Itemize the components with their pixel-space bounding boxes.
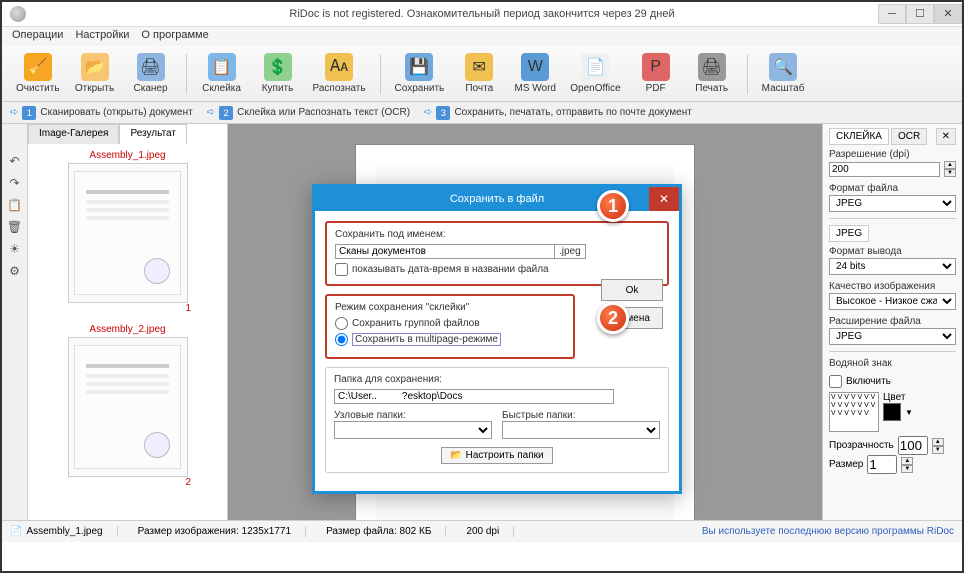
status-dims: Размер изображения: 1235x1771 <box>138 526 306 537</box>
res-label: Разрешение (dpi) <box>829 149 956 160</box>
titlebar: RiDoc is not registered. Ознакомительный… <box>2 2 962 26</box>
wm-label: Водяной знак <box>829 358 956 369</box>
wm-size-label: Размер <box>829 459 863 470</box>
save-multipage-label: Сохранить в multipage-режиме <box>352 333 501 346</box>
nodes-select[interactable] <box>334 421 492 439</box>
thumbnail[interactable]: Assembly_1.jpeg1 <box>34 150 221 314</box>
filename-group: Сохранить под именем: .jpeg показывать д… <box>325 221 669 286</box>
wm-enable-label: Включить <box>846 376 891 387</box>
wm-enable-checkbox[interactable] <box>829 375 842 388</box>
save-dialog: Сохранить в файл ✕ Сохранить под именем:… <box>312 184 682 494</box>
tab-image-gallery[interactable]: Image-Галерея <box>28 124 119 144</box>
show-date-checkbox[interactable] <box>335 263 348 276</box>
save-group-radio[interactable] <box>335 317 348 330</box>
step-1-text: Сканировать (открыть) документ <box>40 107 192 118</box>
toolbar-openoffice[interactable]: 📄OpenOffice <box>566 51 624 96</box>
rail-copy-icon[interactable]: 📋 <box>7 198 22 212</box>
toolbar-открыть[interactable]: 📂Открыть <box>70 51 120 96</box>
toolbar: 🧹Очистить📂Открыть🖨Сканер 📋Склейка💲Купить🗛… <box>2 46 962 102</box>
out-label: Формат вывода <box>829 246 956 257</box>
toolbar-pdf[interactable]: PPDF <box>631 51 681 96</box>
stepbar: ➪1Сканировать (открыть) документ ➪2Склей… <box>2 102 962 124</box>
fmt-select[interactable]: JPEG <box>829 195 956 212</box>
app-icon <box>10 6 26 22</box>
fast-select[interactable] <box>502 421 660 439</box>
annotation-badge-1: 1 <box>597 190 629 222</box>
menu-operations[interactable]: Операции <box>12 29 63 44</box>
toolbar-сохранить[interactable]: 💾Сохранить <box>391 51 449 96</box>
fmt-label: Формат файла <box>829 183 956 194</box>
rail-brightness-icon[interactable]: ☀ <box>9 242 20 256</box>
save-mode-label: Режим сохранения "склейки" <box>335 302 565 313</box>
window-title: RiDoc is not registered. Ознакомительный… <box>289 8 674 20</box>
filename-label: Сохранить под именем: <box>335 229 659 240</box>
toolbar-сканер[interactable]: 🖨Сканер <box>126 51 176 96</box>
right-panel: СКЛЕЙКА OCR ✕ Разрешение (dpi) ▲▼ Формат… <box>822 124 962 520</box>
rail-rotate-left-icon[interactable]: ↶ <box>9 154 19 168</box>
annotation-badge-2: 2 <box>597 302 629 334</box>
menu-about[interactable]: О программе <box>141 29 208 44</box>
wm-size-input[interactable] <box>867 455 897 474</box>
rtab-skleyka[interactable]: СКЛЕЙКА <box>829 128 889 145</box>
close-button[interactable]: ✕ <box>934 4 962 24</box>
statusbar: 📄 Assembly_1.jpeg Размер изображения: 123… <box>2 520 962 542</box>
step-3-text: Сохранить, печатать, отправить по почте … <box>454 107 691 118</box>
ok-button[interactable]: Ok <box>601 279 663 301</box>
res-input[interactable] <box>829 162 940 177</box>
toolbar-ms word[interactable]: WMS Word <box>510 51 560 96</box>
save-multipage-radio[interactable] <box>335 333 348 346</box>
toolbar-почта[interactable]: ✉Почта <box>454 51 504 96</box>
menubar: Операции Настройки О программе <box>2 26 962 46</box>
toolbar-распознать[interactable]: 🗛Распознать <box>309 51 370 96</box>
status-version-link[interactable]: Вы используете последнюю версию программ… <box>702 526 954 537</box>
thumbnail[interactable]: Assembly_2.jpeg2 <box>34 324 221 488</box>
ext-label: Расширение файла <box>829 316 956 327</box>
toolbar-склейка[interactable]: 📋Склейка <box>197 51 247 96</box>
minimize-button[interactable]: ─ <box>878 4 906 24</box>
rtab-ocr[interactable]: OCR <box>891 128 927 145</box>
gallery-panel: Image-Галерея Результат Assembly_1.jpeg1… <box>28 124 228 520</box>
wm-color-swatch[interactable] <box>883 403 901 421</box>
rtab-jpeg[interactable]: JPEG <box>829 225 869 242</box>
ext-select[interactable]: JPEG <box>829 328 956 345</box>
rail-rotate-right-icon[interactable]: ↷ <box>9 176 19 190</box>
status-dpi: 200 dpi <box>466 526 514 537</box>
status-file: Assembly_1.jpeg <box>26 526 102 537</box>
fast-label: Быстрые папки: <box>502 410 576 421</box>
toolbar-печать[interactable]: 🖨Печать <box>687 51 737 96</box>
toolbar-очистить[interactable]: 🧹Очистить <box>12 51 64 96</box>
dialog-close-button[interactable]: ✕ <box>649 187 679 211</box>
folder-group: Папка для сохранения: Узловые папки: Быс… <box>325 367 669 473</box>
folder-label: Папка для сохранения: <box>334 374 660 385</box>
qual-label: Качество изображения <box>829 281 956 292</box>
tab-result[interactable]: Результат <box>119 124 186 144</box>
left-rail: ↶ ↷ 📋 🗑 ☀ ⚙ <box>2 124 28 520</box>
save-group-label: Сохранить группой файлов <box>352 318 480 329</box>
status-size: Размер файла: 802 КБ <box>326 526 446 537</box>
nodes-label: Узловые папки: <box>334 410 406 421</box>
wm-trans-label: Прозрачность <box>829 440 894 451</box>
wm-trans-input[interactable] <box>898 436 928 455</box>
wm-color-label: Цвет <box>883 392 905 403</box>
filename-input[interactable] <box>335 244 555 259</box>
rail-settings-icon[interactable]: ⚙ <box>9 264 20 278</box>
filename-ext: .jpeg <box>555 244 586 259</box>
configure-folders-button[interactable]: 📂 Настроить папки <box>441 447 552 464</box>
show-date-label: показывать дата-время в названии файла <box>352 264 549 275</box>
menu-settings[interactable]: Настройки <box>75 29 129 44</box>
qual-select[interactable]: Высокое - Низкое сжа <box>829 293 956 310</box>
out-select[interactable]: 24 bits <box>829 258 956 275</box>
save-mode-group: Режим сохранения "склейки" Сохранить гру… <box>325 294 575 359</box>
folder-input[interactable] <box>334 389 614 404</box>
step-2-text: Склейка или Распознать текст (OCR) <box>237 107 410 118</box>
toolbar-масштаб[interactable]: 🔍Масштаб <box>758 51 809 96</box>
wm-pattern[interactable]: V V V V V V V V V V V V V V V V V V V V <box>829 392 879 432</box>
maximize-button[interactable]: ☐ <box>906 4 934 24</box>
toolbar-купить[interactable]: 💲Купить <box>253 51 303 96</box>
status-page-icon: 📄 <box>10 526 22 537</box>
rtab-close-icon[interactable]: ✕ <box>936 128 956 145</box>
rail-delete-icon[interactable]: 🗑 <box>7 220 22 234</box>
